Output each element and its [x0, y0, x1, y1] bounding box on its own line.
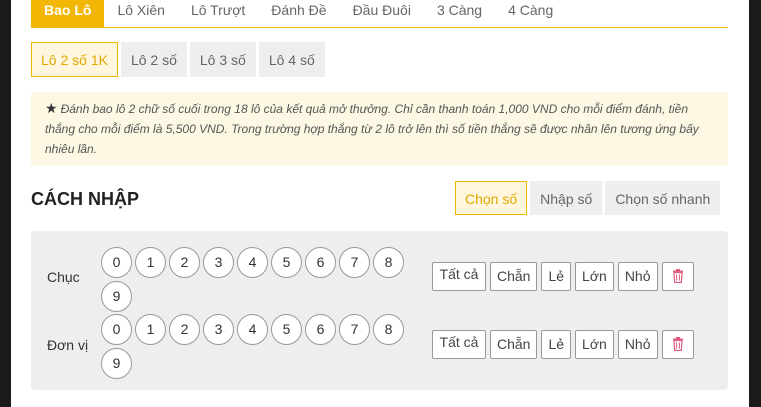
digit-ball[interactable]: 1 [135, 247, 166, 278]
select-small-button[interactable]: Nhỏ [617, 330, 658, 359]
section-title: CÁCH NHẬP [31, 189, 139, 209]
select-small-button[interactable]: Nhỏ [617, 262, 658, 291]
digit-ball[interactable]: 2 [169, 314, 200, 345]
digit-ball[interactable]: 4 [237, 314, 268, 345]
clear-button[interactable] [661, 330, 694, 359]
trash-icon [672, 337, 683, 352]
select-odd-button[interactable]: Lẻ [541, 330, 572, 359]
row-label-tens: Chục [47, 269, 80, 285]
quick-select-units: Tất cả Chẵn Lẻ Lớn Nhỏ [432, 330, 694, 359]
bet-type-tabs: Lô 2 số 1K Lô 2 số Lô 3 số Lô 4 số [31, 42, 325, 77]
tab-bao-lo[interactable]: Bao Lô [31, 0, 105, 27]
select-even-button[interactable]: Chẵn [490, 330, 538, 359]
row-label-units: Đơn vị [47, 337, 89, 353]
select-all-button[interactable]: Tất cả [432, 330, 486, 359]
select-all-button[interactable]: Tất cả [432, 262, 486, 291]
digit-ball[interactable]: 1 [135, 314, 166, 345]
digit-ball[interactable]: 7 [339, 247, 370, 278]
main-content: Bao Lô Lô Xiên Lô Trượt Đánh Đề Đầu Đuôi… [11, 0, 749, 407]
digit-ball[interactable]: 3 [203, 314, 234, 345]
digit-ball[interactable]: 2 [169, 247, 200, 278]
mode-tab-nhap-so[interactable]: Nhập số [530, 181, 603, 215]
digit-ball[interactable]: 0 [101, 247, 132, 278]
select-even-button[interactable]: Chẵn [490, 262, 538, 291]
subtab-lo-3-so[interactable]: Lô 3 số [189, 42, 256, 77]
trash-icon [672, 269, 683, 284]
digit-ball[interactable]: 0 [101, 314, 132, 345]
left-edge [0, 0, 11, 407]
input-mode-tabs: Chọn số Nhập số Chọn số nhanh [455, 181, 721, 215]
select-big-button[interactable]: Lớn [575, 330, 614, 359]
tab-lo-xien[interactable]: Lô Xiên [104, 0, 177, 27]
digit-ball[interactable]: 5 [271, 247, 302, 278]
digit-ball[interactable]: 5 [271, 314, 302, 345]
star-icon: ★ [45, 100, 58, 116]
tab-4-cang[interactable]: 4 Càng [495, 0, 566, 27]
digit-group-tens: 0 1 2 3 4 5 6 7 8 9 [101, 247, 407, 312]
tab-danh-de[interactable]: Đánh Đề [258, 0, 339, 27]
select-big-button[interactable]: Lớn [575, 262, 614, 291]
subtab-lo-2-so[interactable]: Lô 2 số [120, 42, 187, 77]
right-edge [749, 0, 761, 407]
digit-ball[interactable]: 8 [373, 314, 404, 345]
select-odd-button[interactable]: Lẻ [541, 262, 572, 291]
tab-lo-truot[interactable]: Lô Trượt [178, 0, 258, 27]
digit-group-units: 0 1 2 3 4 5 6 7 8 9 [101, 314, 407, 379]
subtab-lo-2-so-1k[interactable]: Lô 2 số 1K [31, 42, 118, 77]
quick-select-tens: Tất cả Chẵn Lẻ Lớn Nhỏ [432, 262, 694, 291]
mode-tab-chon-so[interactable]: Chọn số [455, 181, 528, 215]
digit-ball[interactable]: 8 [373, 247, 404, 278]
subtab-lo-4-so[interactable]: Lô 4 số [258, 42, 325, 77]
digit-ball[interactable]: 4 [237, 247, 268, 278]
rules-notice: ★ Đánh bao lô 2 chữ số cuối trong 18 lô c… [31, 92, 728, 166]
digit-ball[interactable]: 9 [101, 281, 132, 312]
digit-ball[interactable]: 6 [305, 247, 336, 278]
mode-tab-chon-so-nhanh[interactable]: Chọn số nhanh [605, 181, 721, 215]
digit-ball[interactable]: 3 [203, 247, 234, 278]
tab-3-cang[interactable]: 3 Càng [424, 0, 495, 27]
digit-ball[interactable]: 9 [101, 348, 132, 379]
digit-ball[interactable]: 6 [305, 314, 336, 345]
game-type-tabs: Bao Lô Lô Xiên Lô Trượt Đánh Đề Đầu Đuôi… [31, 0, 728, 28]
rules-text: Đánh bao lô 2 chữ số cuối trong 18 lô củ… [45, 102, 699, 156]
digit-ball[interactable]: 7 [339, 314, 370, 345]
clear-button[interactable] [661, 262, 694, 291]
tab-dau-duoi[interactable]: Đầu Đuôi [340, 0, 424, 27]
number-picker-panel: Chục 0 1 2 3 4 5 6 7 8 9 Tất cả Chẵn Lẻ … [31, 231, 728, 390]
